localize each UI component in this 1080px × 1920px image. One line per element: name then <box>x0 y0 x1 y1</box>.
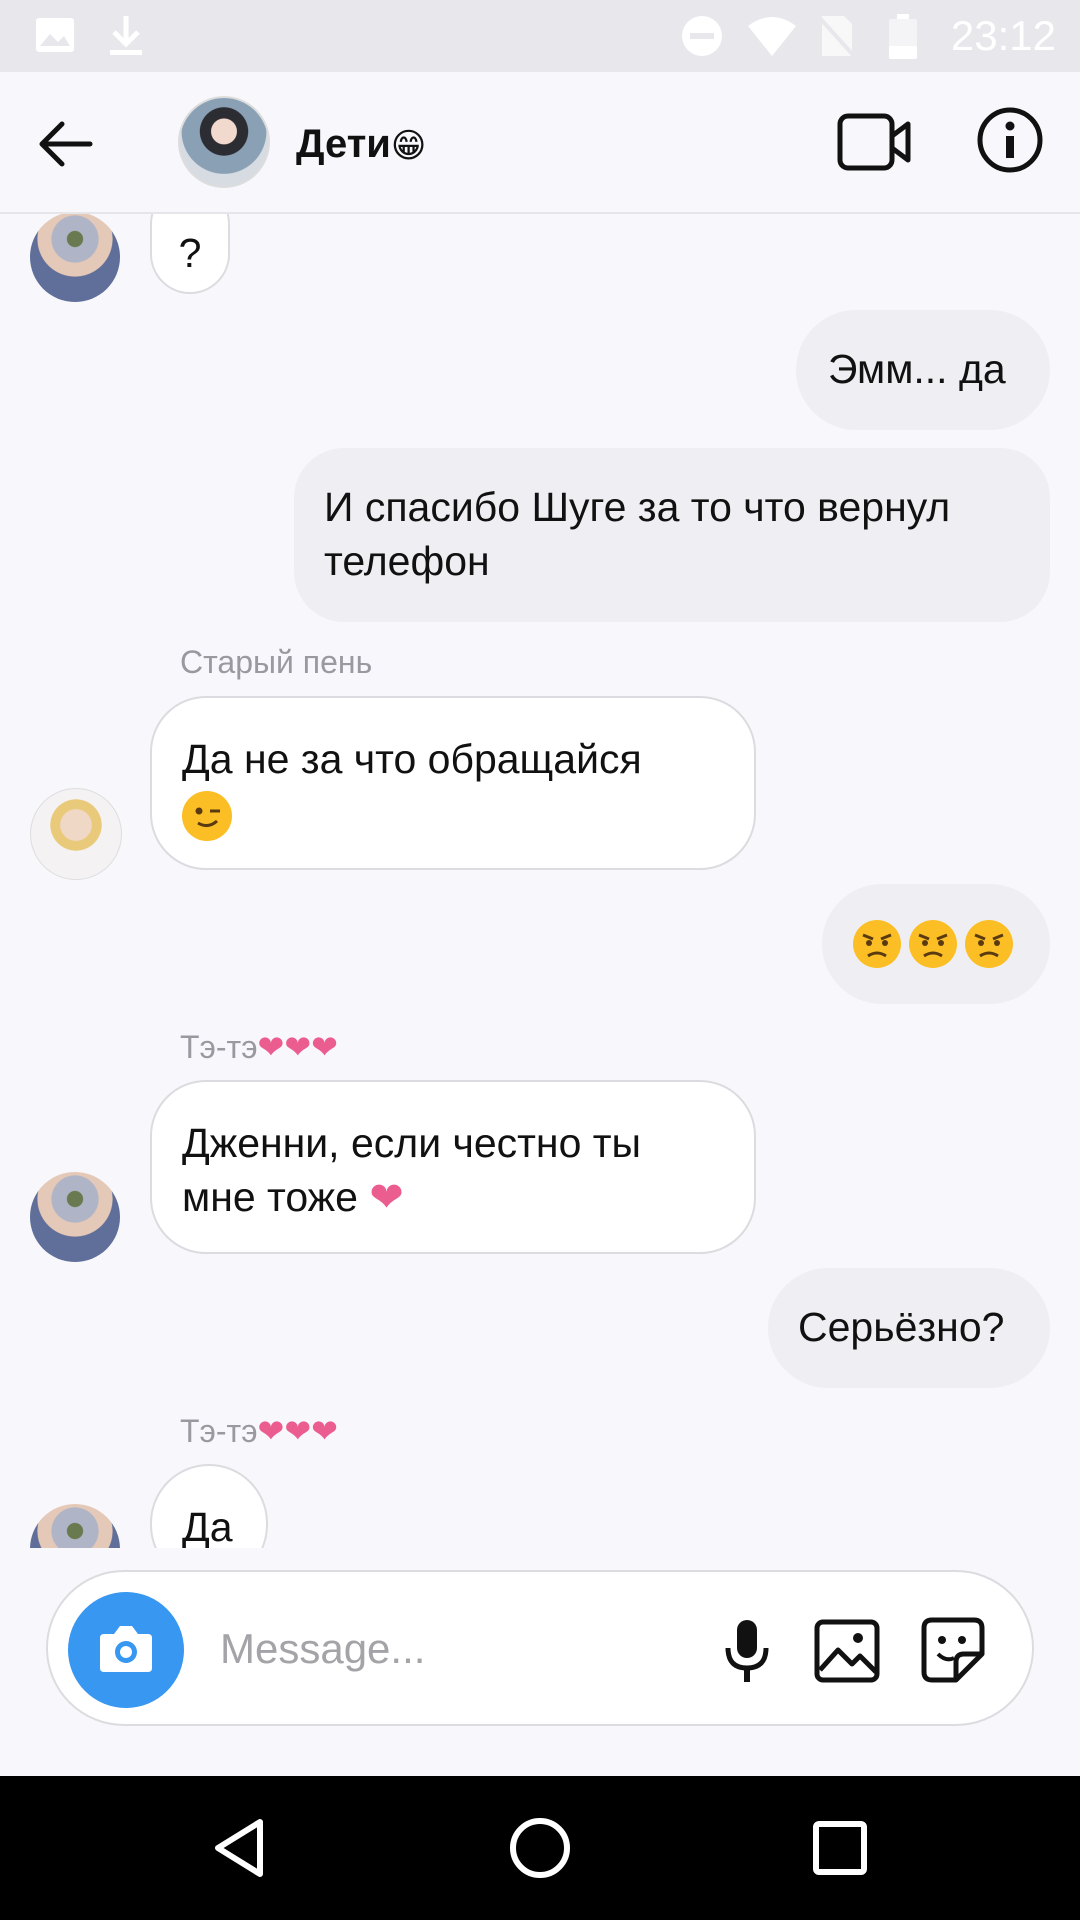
battery-icon <box>889 14 917 59</box>
wifi-icon <box>748 17 796 56</box>
no-sim-icon <box>816 14 856 58</box>
back-triangle-icon[interactable] <box>206 1812 278 1884</box>
grin-emoji: 😁 <box>390 127 427 165</box>
do-not-disturb-icon <box>682 16 722 56</box>
message-bubble[interactable] <box>822 884 1050 1004</box>
camera-button[interactable] <box>68 1592 184 1708</box>
chat-title-text: Дети <box>296 122 391 166</box>
download-icon <box>110 16 142 55</box>
message-text: И спасибо Шуге за то что вернул телефон <box>324 484 951 584</box>
sticker-icon[interactable] <box>918 1614 988 1686</box>
sender-name: Тэ-тэ❤❤❤ <box>180 1413 338 1449</box>
home-circle-icon[interactable] <box>504 1812 576 1884</box>
chat-title[interactable]: Дети😁 <box>296 122 426 167</box>
info-icon[interactable] <box>976 106 1044 174</box>
message-text: Дженни, если честно ты мне тоже <box>182 1120 642 1220</box>
angry-emoji-row <box>852 918 1022 978</box>
message-text: Да <box>182 1504 233 1548</box>
message-text: Да не за что обращайся <box>182 736 642 782</box>
recents-square-icon[interactable] <box>804 1812 876 1884</box>
message-text: Эмм... да <box>828 346 1006 392</box>
message-bubble[interactable]: Да <box>150 1464 268 1548</box>
group-avatar[interactable] <box>178 96 270 188</box>
angry-face-icon <box>853 918 1015 970</box>
message-text: ? <box>178 230 202 276</box>
avatar[interactable] <box>30 788 122 880</box>
message-bubble[interactable]: Серьёзно? <box>768 1268 1050 1388</box>
avatar[interactable] <box>30 214 120 302</box>
hearts: ❤❤❤ <box>257 1029 338 1065</box>
message-bubble[interactable]: Да не за что обращайся <box>150 696 756 870</box>
message-composer <box>46 1570 1034 1726</box>
camera-icon <box>100 1626 152 1672</box>
heart-emoji: ❤ <box>369 1174 404 1220</box>
system-navigation-bar <box>0 1776 1080 1920</box>
video-call-icon[interactable] <box>836 110 912 174</box>
sender-name: Старый пень <box>180 644 373 680</box>
chat-header: Дети😁 <box>0 72 1080 214</box>
clock: 23:12 <box>950 12 1056 59</box>
message-thread[interactable]: ? Эмм... да И спасибо Шуге за то что вер… <box>0 214 1080 1548</box>
message-input[interactable] <box>218 1618 722 1680</box>
message-text: Серьёзно? <box>798 1304 1005 1350</box>
avatar[interactable] <box>30 1504 120 1548</box>
back-arrow-icon[interactable] <box>30 108 102 180</box>
sender-name: Тэ-тэ❤❤❤ <box>180 1029 338 1065</box>
status-bar: 23:12 <box>0 0 1080 72</box>
avatar[interactable] <box>30 1172 120 1262</box>
message-bubble[interactable]: Эмм... да <box>796 310 1050 430</box>
wink-emoji <box>182 791 232 842</box>
message-bubble[interactable]: И спасибо Шуге за то что вернул телефон <box>294 448 1050 622</box>
microphone-icon[interactable] <box>712 1614 782 1686</box>
hearts: ❤❤❤ <box>257 1413 338 1449</box>
gallery-icon[interactable] <box>812 1614 882 1686</box>
message-bubble[interactable]: ? <box>150 214 230 294</box>
gallery-icon <box>36 18 74 52</box>
message-bubble[interactable]: Дженни, если честно ты мне тоже ❤ <box>150 1080 756 1254</box>
